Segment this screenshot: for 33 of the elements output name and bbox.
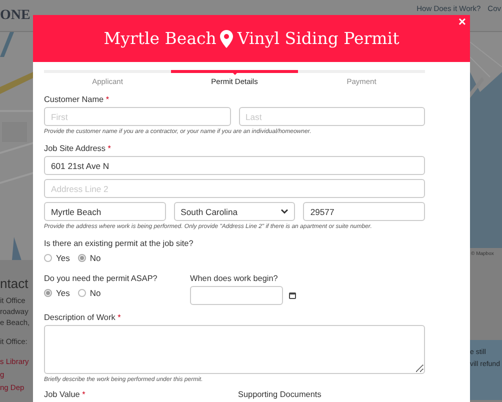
close-icon[interactable]: × xyxy=(458,15,466,29)
address-field[interactable]: 601 21st Ave N xyxy=(44,156,425,175)
question-label: Is there an existing permit at the job site? xyxy=(44,239,194,248)
field-label: When does work begin? xyxy=(190,274,279,283)
radio-label[interactable]: Yes xyxy=(56,288,70,298)
contact-heading: ntact xyxy=(0,276,28,291)
field-label: Description of Work * xyxy=(44,313,122,322)
modal-title-part: Myrtle Beach xyxy=(104,29,216,48)
city-field[interactable]: Myrtle Beach xyxy=(44,202,166,221)
radio-label[interactable]: No xyxy=(90,253,101,263)
first-name-field[interactable]: First xyxy=(44,107,230,126)
last-name-field[interactable]: Last xyxy=(238,107,425,126)
field-label: Job Site Address * xyxy=(44,144,112,153)
map-pin-icon xyxy=(220,30,234,48)
modal-title-part: Vinyl Siding Permit xyxy=(237,29,400,48)
radio-label[interactable]: No xyxy=(90,288,101,298)
state-select[interactable]: South Carolina xyxy=(174,202,296,221)
zip-field[interactable]: 29577 xyxy=(303,202,426,221)
chevron-down-icon xyxy=(281,209,288,214)
field-label: Supporting Documents xyxy=(238,390,322,399)
date-field[interactable] xyxy=(190,286,283,305)
radio-button[interactable] xyxy=(44,254,52,262)
address-line-2-field[interactable]: Address Line 2 xyxy=(44,179,425,198)
radio-button[interactable] xyxy=(78,289,86,297)
question-label: Do you need the permit ASAP? xyxy=(44,274,158,283)
calendar-icon[interactable] xyxy=(289,292,296,299)
description-field[interactable] xyxy=(44,325,425,374)
radio-button[interactable] xyxy=(78,254,86,262)
radio-button[interactable] xyxy=(44,289,52,297)
field-label: Customer Name * xyxy=(44,95,110,104)
site-logo[interactable]: ONE xyxy=(0,8,30,24)
field-label: Job Value * xyxy=(44,390,86,399)
radio-label[interactable]: Yes xyxy=(56,253,70,263)
